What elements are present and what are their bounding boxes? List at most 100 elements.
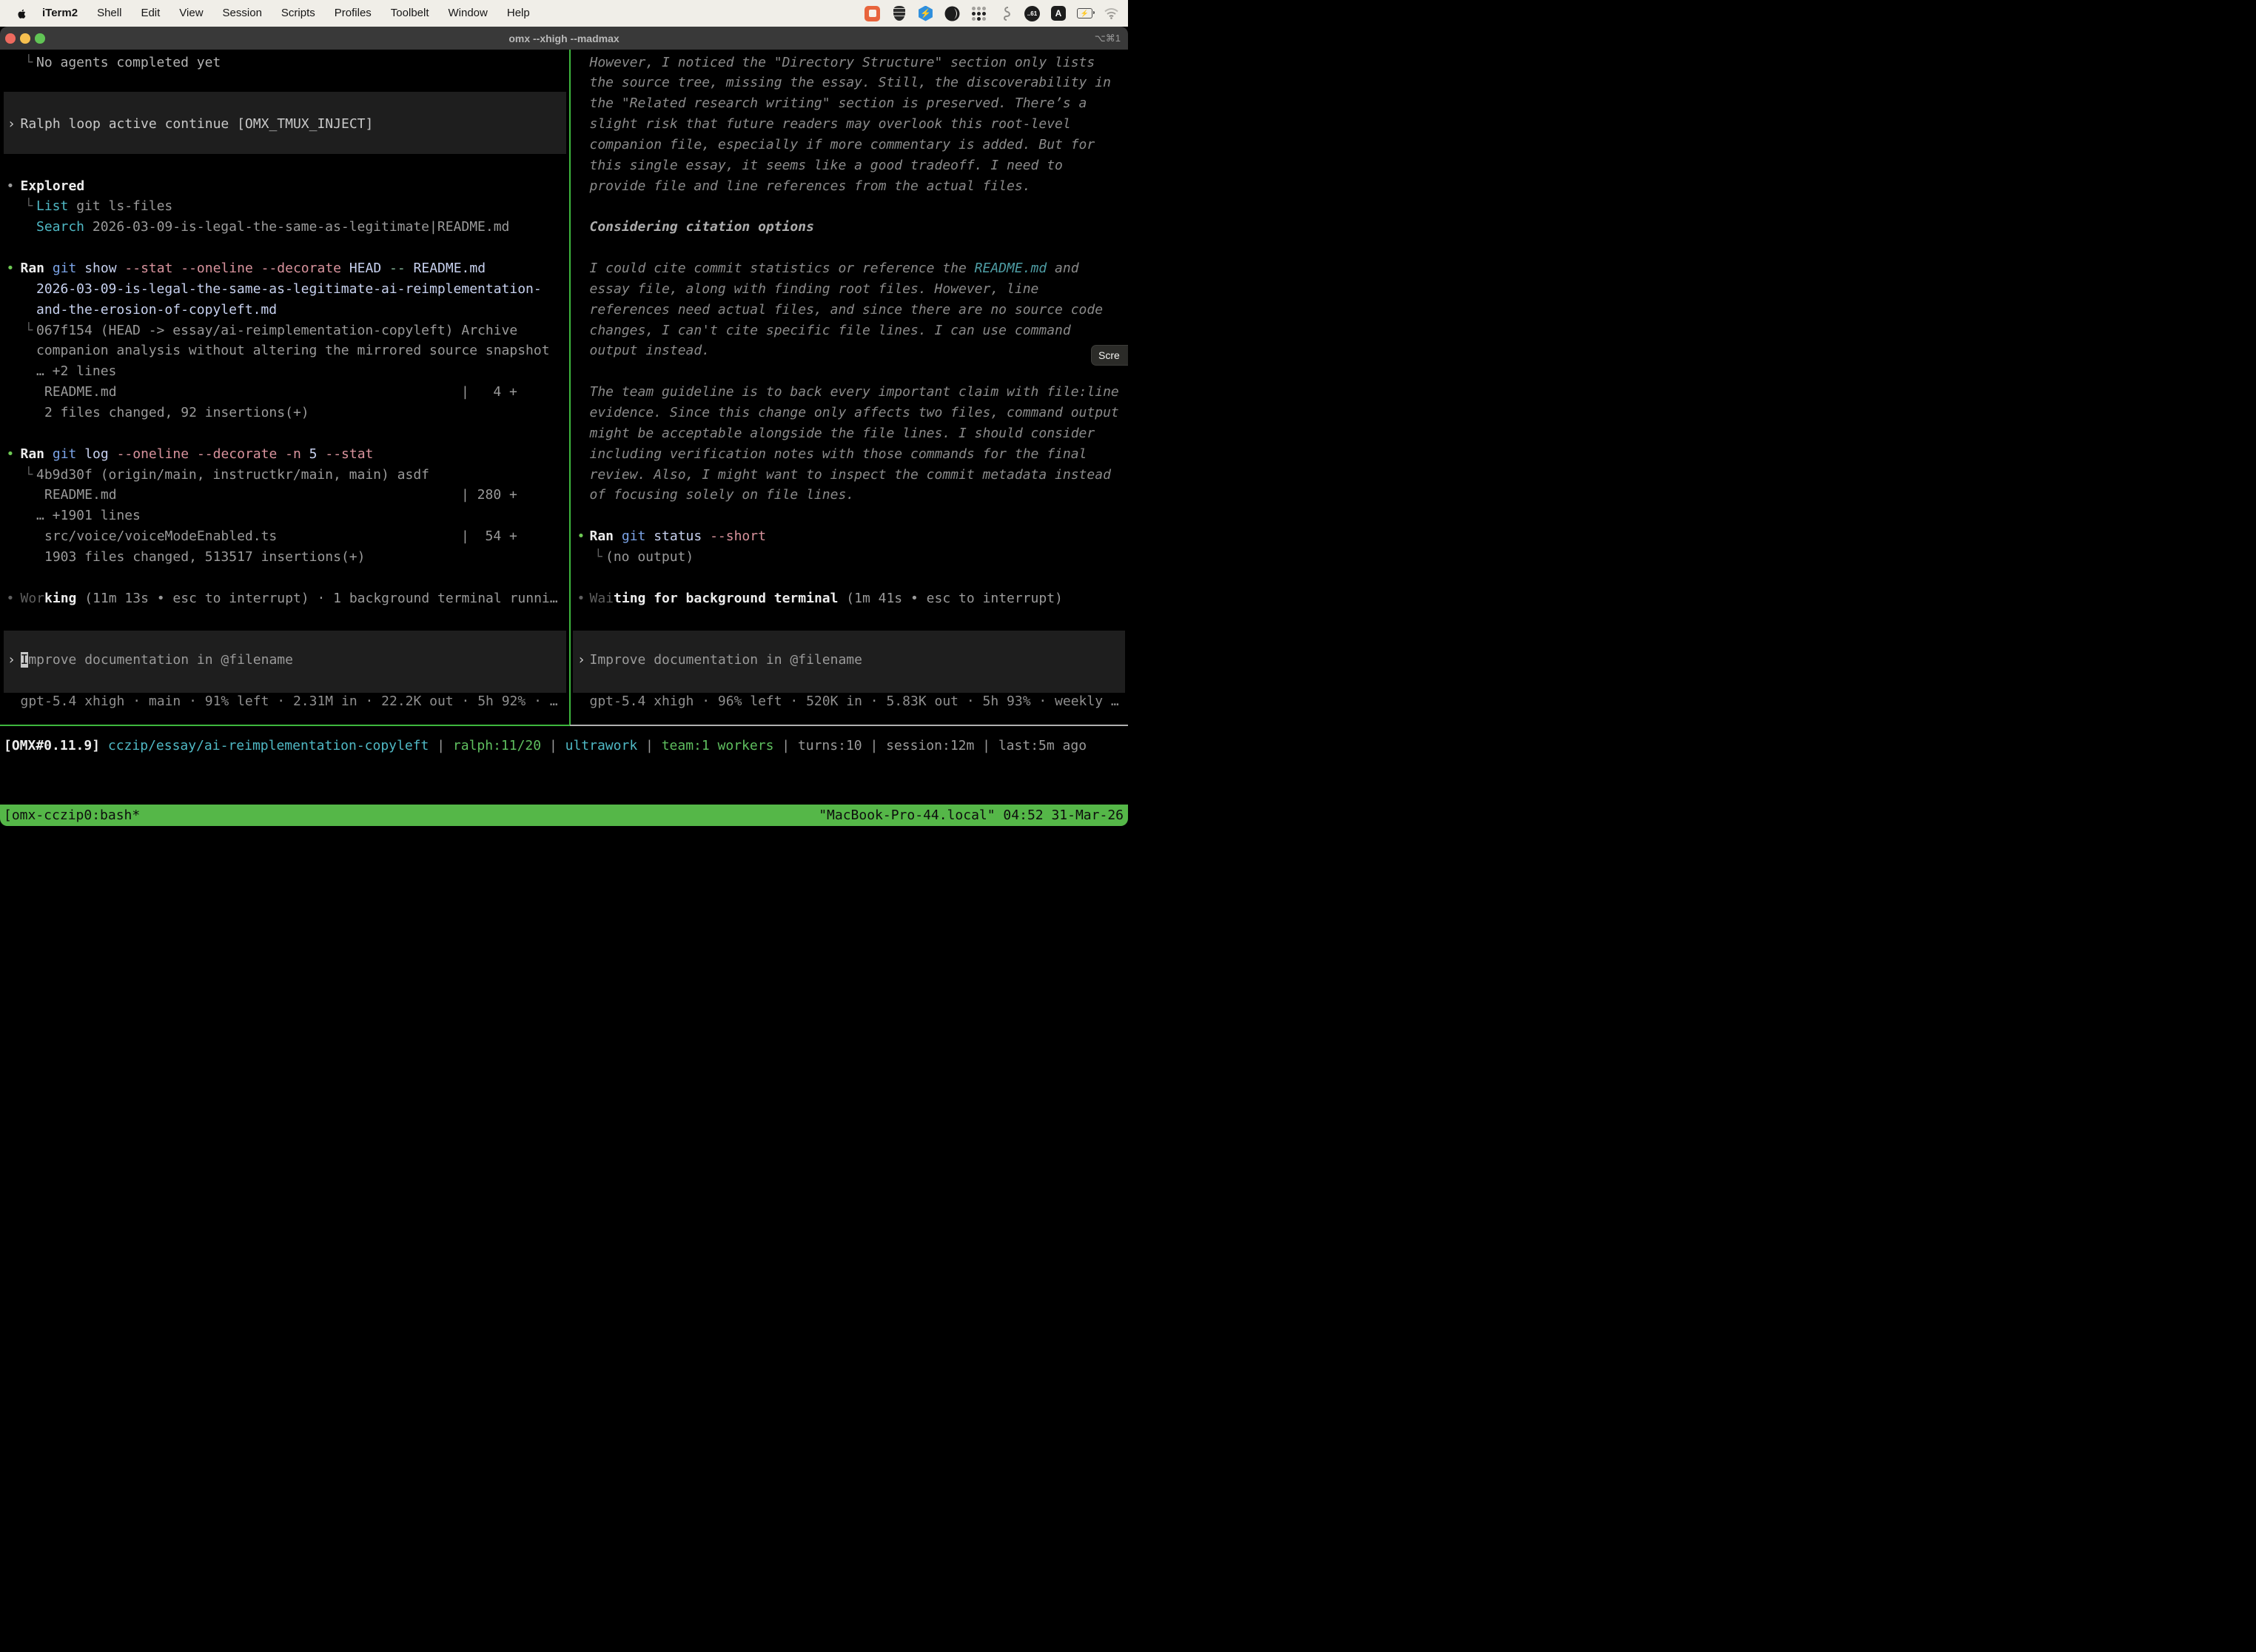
terminal-row: 1903 files changed, 513517 insertions(+): [44, 547, 365, 568]
terminal-row: changes, I can't cite specific file line…: [590, 320, 1071, 341]
battery-icon[interactable]: ⚡: [1077, 6, 1092, 21]
terminal-row: •: [7, 176, 15, 197]
terminal-row: However, I noticed the "Directory Struct…: [590, 53, 1095, 73]
terminal-row: └: [25, 53, 33, 73]
terminal-text-segment: (1m 41s • esc to interrupt): [838, 591, 1062, 606]
terminal-row: I could cite commit statistics or refere…: [590, 258, 1079, 279]
terminal-row: … +2 lines: [36, 361, 116, 382]
menu-item-shell[interactable]: Shell: [87, 0, 131, 27]
badge-61-icon[interactable]: ..61: [1024, 6, 1040, 21]
hex-bolt-icon[interactable]: ⚡: [918, 6, 933, 21]
terminal-text-segment: companion analysis without altering the …: [36, 343, 550, 358]
window-shortcut-badge: ⌥⌘1: [1095, 33, 1121, 44]
terminal-text-segment: changes, I can't cite specific file line…: [590, 323, 1071, 338]
terminal-text-segment: List: [36, 198, 68, 214]
minimize-button[interactable]: [20, 33, 30, 44]
terminal-text-segment: ›: [7, 116, 16, 132]
terminal-text-segment: Ralph loop active continue [OMX_TMUX_INJ…: [21, 116, 374, 132]
terminal-text-segment: I: [21, 652, 29, 668]
terminal-text-segment: Search: [36, 219, 84, 235]
terminal-text-segment: |: [541, 738, 565, 753]
terminal-text-segment: 4b9d30f (origin/main, instructkr/main, m…: [36, 467, 429, 483]
terminal-text-segment: •: [577, 591, 585, 606]
prompt-input-row: Improve documentation in @filename: [590, 650, 862, 671]
menu-item-profiles[interactable]: Profiles: [325, 0, 381, 27]
terminal-text-segment: •: [577, 528, 585, 544]
terminal-text-segment: •: [7, 591, 15, 606]
apple-menu-icon[interactable]: [10, 7, 33, 20]
terminal-text-segment: Ran: [21, 446, 45, 462]
terminal-text-segment: cczip/essay/ai-reimplementation-copyleft: [100, 738, 429, 753]
messages-icon[interactable]: [865, 6, 880, 21]
a-square-icon[interactable]: A: [1051, 6, 1066, 21]
terminal-row: Search 2026-03-09-is-legal-the-same-as-l…: [36, 217, 509, 238]
terminal-row: README.md: [44, 382, 117, 403]
terminal-text-segment: | 280 +: [461, 487, 517, 503]
menu-item-edit[interactable]: Edit: [131, 0, 169, 27]
menu-item-iterm2[interactable]: iTerm2: [33, 0, 87, 27]
terminal-text-segment: gpt-5.4 xhigh · main · 91% left · 2.31M …: [21, 694, 558, 709]
prompt-input-row: ›: [7, 650, 16, 671]
terminal-text-segment: and: [1047, 261, 1078, 276]
terminal-row: No agents completed yet: [36, 53, 221, 73]
terminal-text-segment: --stat: [318, 446, 374, 462]
terminal-text-segment: of focusing solely on file lines.: [590, 487, 855, 503]
working-status-row: •: [7, 588, 15, 609]
terminal-text-segment: Explored: [21, 178, 85, 194]
terminal-text-segment: --stat --oneline --decorate: [117, 261, 341, 276]
wifi-icon[interactable]: [1104, 6, 1119, 21]
terminal-text-segment: (no output): [605, 549, 694, 565]
inject-row: ›: [7, 114, 16, 135]
terminal-text-segment: git ls-files: [68, 198, 172, 214]
menu-item-scripts[interactable]: Scripts: [272, 0, 325, 27]
terminal-text-segment: log: [76, 446, 108, 462]
waiting-status-row: •: [577, 588, 585, 609]
terminal-row: companion analysis without altering the …: [36, 340, 550, 361]
terminal-text-segment: src/voice/voiceModeEnabled.ts: [44, 528, 277, 544]
terminal-row: Ran git log --oneline --decorate -n 5 --…: [21, 444, 374, 465]
terminal-row: Ran git status --short: [590, 526, 766, 547]
terminal-text-segment: evidence. Since this change only affects…: [590, 405, 1119, 420]
crescent-icon[interactable]: [944, 6, 960, 21]
terminal-text-segment: README.md: [975, 261, 1047, 276]
terminal-row: 4b9d30f (origin/main, instructkr/main, m…: [36, 465, 429, 486]
terminal-text-segment: └: [25, 55, 33, 70]
terminal-content[interactable]: └No agents completed yet›Ralph loop acti…: [0, 50, 1128, 725]
terminal-text-segment: |: [429, 738, 453, 753]
menu-item-view[interactable]: View: [169, 0, 212, 27]
terminal-row: └: [25, 465, 33, 486]
window-title-bar[interactable]: omx --xhigh --madmax ⌥⌘1: [0, 27, 1128, 50]
screen-share-overlay-button[interactable]: Scre: [1091, 345, 1128, 366]
menu-item-session[interactable]: Session: [213, 0, 272, 27]
terminal-text-segment: └: [25, 323, 33, 338]
traffic-lights: [5, 33, 45, 44]
terminal-text-segment: provide file and line references from th…: [590, 178, 1031, 194]
menu-item-toolbelt[interactable]: Toolbelt: [381, 0, 439, 27]
menu-item-window[interactable]: Window: [439, 0, 497, 27]
terminal-text-segment: the source tree, missing the essay. Stil…: [590, 75, 1111, 90]
terminal-text-segment: this single essay, it seems like a good …: [590, 158, 1063, 173]
terminal-row: The team guideline is to back every impo…: [590, 382, 1119, 403]
zoom-button[interactable]: [35, 33, 45, 44]
menu-item-help[interactable]: Help: [497, 0, 540, 27]
terminal-row: └: [594, 547, 602, 568]
terminal-row: | 4 +: [461, 382, 517, 403]
dots-grid-icon[interactable]: [971, 6, 987, 21]
tmux-session-label[interactable]: [omx-cczip0:bash*: [0, 807, 140, 823]
terminal-text-segment: •: [7, 261, 15, 276]
shield-grid-icon[interactable]: [891, 6, 907, 21]
terminal-text-segment: git: [44, 446, 76, 462]
omx-footer-status: [OMX#0.11.9] cczip/essay/ai-reimplementa…: [0, 733, 1128, 774]
close-button[interactable]: [5, 33, 16, 44]
squiggle-icon[interactable]: [998, 6, 1013, 21]
terminal-row: … +1901 lines: [36, 506, 141, 526]
terminal-text-segment: | 4 +: [461, 384, 517, 400]
tmux-pane-divider[interactable]: [569, 50, 571, 725]
tmux-host-clock: "MacBook-Pro-44.local" 04:52 31-Mar-26: [819, 807, 1128, 823]
left-pane-bottom-border: [0, 725, 570, 726]
terminal-text-segment: might be acceptable alongside the file l…: [590, 426, 1095, 441]
prompt-input-row: Improve documentation in @filename: [21, 650, 293, 671]
terminal-text-segment: └: [594, 549, 602, 565]
terminal-text-segment: and-the-erosion-of-copyleft.md: [36, 302, 277, 318]
terminal-row: └: [25, 196, 33, 217]
